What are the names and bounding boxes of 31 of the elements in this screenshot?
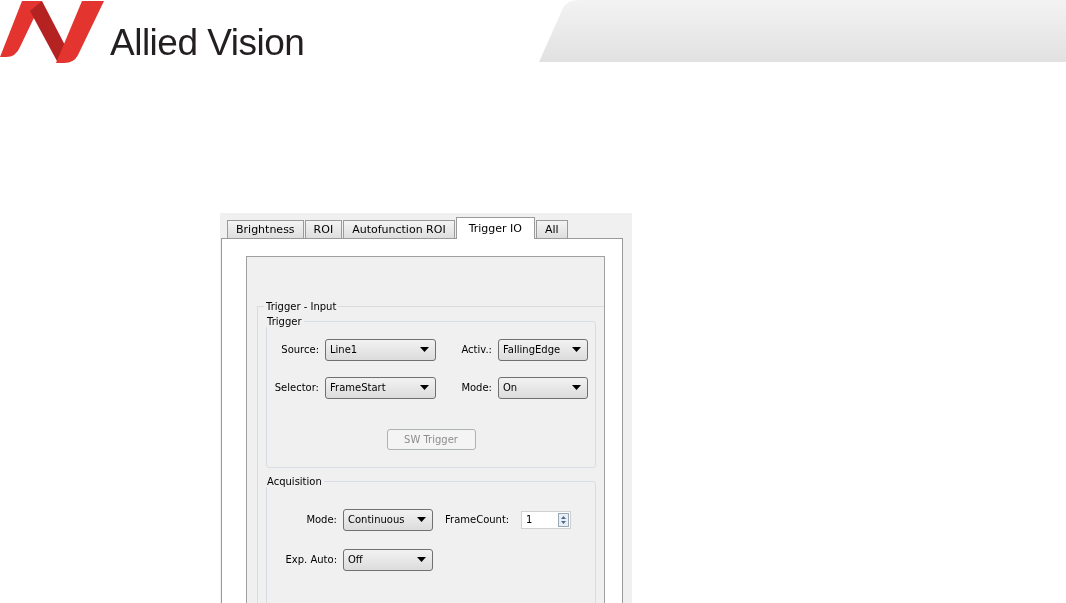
dropdown-arrow-icon xyxy=(417,517,426,523)
field-label: Mode: xyxy=(305,514,337,526)
brand-name: Allied Vision xyxy=(110,23,305,63)
tab[interactable]: Trigger IO xyxy=(455,216,535,239)
dropdown-arrow-icon xyxy=(417,557,426,563)
field-label: FrameCount: xyxy=(444,514,511,526)
dropdown-arrow-icon xyxy=(572,385,581,391)
tab[interactable]: Brightness xyxy=(227,219,304,238)
dropdown-arrow-icon xyxy=(572,347,581,353)
dropdown-arrow-icon xyxy=(420,385,429,391)
field-label: Activ.: xyxy=(460,344,492,356)
tab[interactable]: ROI xyxy=(304,219,343,238)
dropdown[interactable]: On xyxy=(498,376,588,399)
dropdown[interactable]: FallingEdge xyxy=(498,338,588,361)
dropdown[interactable]: Line1 xyxy=(325,338,436,361)
spin-box[interactable]: 1 xyxy=(521,510,571,529)
spinner-arrows-icon[interactable] xyxy=(558,512,569,527)
group-title: Trigger - Input xyxy=(265,300,338,312)
logo-icon xyxy=(0,0,104,63)
field-label: Exp. Auto: xyxy=(284,554,337,566)
dropdown[interactable]: Off xyxy=(343,548,433,571)
dropdown[interactable]: Continuous xyxy=(343,508,433,531)
group-title: Acquisition xyxy=(266,475,323,487)
dropdown[interactable]: FrameStart xyxy=(325,376,436,399)
tab[interactable]: Autofunction ROI xyxy=(343,219,455,238)
field-label: Source: xyxy=(280,344,319,356)
group-title: Trigger xyxy=(266,315,303,327)
field-label: Selector: xyxy=(273,382,319,394)
dropdown-arrow-icon xyxy=(420,347,429,353)
tab[interactable]: All xyxy=(536,219,568,238)
field-label: Mode: xyxy=(460,382,492,394)
